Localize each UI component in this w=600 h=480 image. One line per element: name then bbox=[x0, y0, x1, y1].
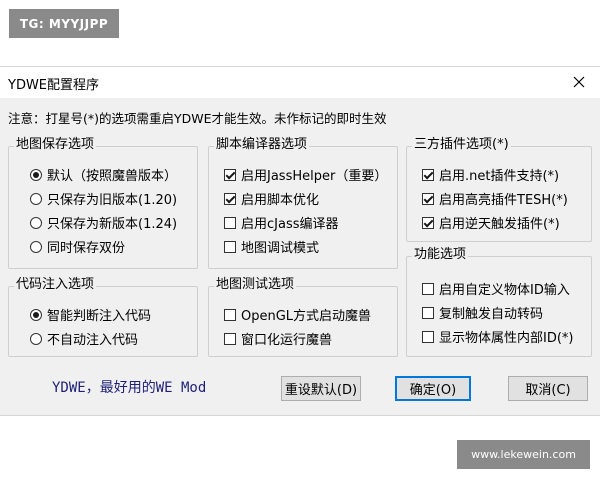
radio-save-new-version[interactable]: 只保存为新版本(1.24) bbox=[30, 213, 177, 232]
radio-indicator bbox=[30, 332, 42, 345]
checkbox-debug-mode[interactable]: 地图调试模式 bbox=[224, 237, 319, 256]
checkbox-show-internal-id[interactable]: 显示物体属性内部ID(*) bbox=[422, 327, 574, 346]
group-map-test: 地图测试选项 OpenGL方式启动魔兽 窗口化运行魔兽 bbox=[208, 277, 398, 357]
checkbox-indicator bbox=[422, 168, 434, 181]
radio-indicator bbox=[30, 240, 42, 253]
reset-default-button[interactable]: 重设默认(D) bbox=[281, 376, 361, 401]
group-title-code-inject: 代码注入选项 bbox=[14, 277, 97, 293]
checkbox-trigger-plugin[interactable]: 启用逆天触发插件(*) bbox=[422, 213, 560, 232]
checkbox-opengl[interactable]: OpenGL方式启动魔兽 bbox=[224, 305, 371, 324]
radio-indicator bbox=[30, 168, 42, 181]
radio-indicator bbox=[30, 216, 42, 229]
checkbox-dotnet-plugin[interactable]: 启用.net插件支持(*) bbox=[422, 165, 559, 184]
checkbox-indicator bbox=[422, 306, 434, 319]
radio-save-default[interactable]: 默认（按照魔兽版本） bbox=[30, 165, 177, 184]
checkbox-indicator bbox=[224, 168, 236, 181]
radio-indicator bbox=[30, 192, 42, 205]
group-title-script-compiler: 脚本编译器选项 bbox=[214, 137, 310, 153]
checkbox-jasshelper[interactable]: 启用JassHelper（重要） bbox=[224, 165, 387, 184]
cancel-button[interactable]: 取消(C) bbox=[508, 376, 588, 401]
checkbox-indicator bbox=[422, 282, 434, 295]
group-title-map-save: 地图保存选项 bbox=[14, 137, 97, 153]
group-script-compiler: 脚本编译器选项 启用JassHelper（重要） 启用脚本优化 启用cJass编… bbox=[208, 137, 398, 269]
group-code-inject: 代码注入选项 智能判断注入代码 不自动注入代码 bbox=[8, 277, 198, 357]
checkbox-tesh-plugin[interactable]: 启用高亮插件TESH(*) bbox=[422, 189, 568, 208]
close-button[interactable] bbox=[568, 70, 590, 94]
checkbox-indicator bbox=[224, 332, 236, 345]
radio-indicator bbox=[30, 308, 42, 321]
group-title-map-test: 地图测试选项 bbox=[214, 277, 297, 293]
checkbox-indicator bbox=[224, 192, 236, 205]
radio-save-old-version[interactable]: 只保存为旧版本(1.20) bbox=[30, 189, 177, 208]
checkbox-indicator bbox=[422, 216, 434, 229]
close-icon bbox=[573, 76, 585, 88]
checkbox-indicator bbox=[224, 216, 236, 229]
config-dialog: YDWE配置程序 注意：打星号(*)的选项需重启YDWE才能生效。未作标记的即时… bbox=[0, 66, 600, 416]
footer-slogan: YDWE，最好用的WE Mod bbox=[52, 380, 207, 396]
checkbox-custom-object-id[interactable]: 启用自定义物体ID输入 bbox=[422, 279, 570, 298]
checkbox-cjass[interactable]: 启用cJass编译器 bbox=[224, 213, 339, 232]
watermark-bottom: www.lekewein.com bbox=[457, 440, 590, 469]
checkbox-indicator bbox=[422, 192, 434, 205]
watermark-top: TG: MYYJJPP bbox=[9, 9, 119, 38]
group-title-features: 功能选项 bbox=[412, 247, 469, 263]
group-title-third-party: 三方插件选项(*) bbox=[412, 137, 511, 153]
checkbox-copy-trigger-convert[interactable]: 复制触发自动转码 bbox=[422, 303, 543, 322]
checkbox-indicator bbox=[422, 330, 434, 343]
radio-smart-inject[interactable]: 智能判断注入代码 bbox=[30, 305, 151, 324]
checkbox-windowed[interactable]: 窗口化运行魔兽 bbox=[224, 329, 332, 348]
ok-button[interactable]: 确定(O) bbox=[395, 376, 471, 401]
radio-save-both[interactable]: 同时保存双份 bbox=[30, 237, 125, 256]
window-title: YDWE配置程序 bbox=[8, 78, 100, 93]
group-map-save: 地图保存选项 默认（按照魔兽版本） 只保存为旧版本(1.20) 只保存为新版本(… bbox=[8, 137, 198, 269]
restart-notice: 注意：打星号(*)的选项需重启YDWE才能生效。未作标记的即时生效 bbox=[8, 111, 387, 126]
group-features: 功能选项 启用自定义物体ID输入 复制触发自动转码 显示物体属性内部ID(*) bbox=[406, 247, 592, 357]
title-bar: YDWE配置程序 bbox=[0, 67, 600, 98]
checkbox-indicator bbox=[224, 240, 236, 253]
checkbox-indicator bbox=[224, 308, 236, 321]
group-third-party: 三方插件选项(*) 启用.net插件支持(*) 启用高亮插件TESH(*) 启用… bbox=[406, 137, 592, 242]
checkbox-script-optimize[interactable]: 启用脚本优化 bbox=[224, 189, 319, 208]
radio-no-inject[interactable]: 不自动注入代码 bbox=[30, 329, 138, 348]
